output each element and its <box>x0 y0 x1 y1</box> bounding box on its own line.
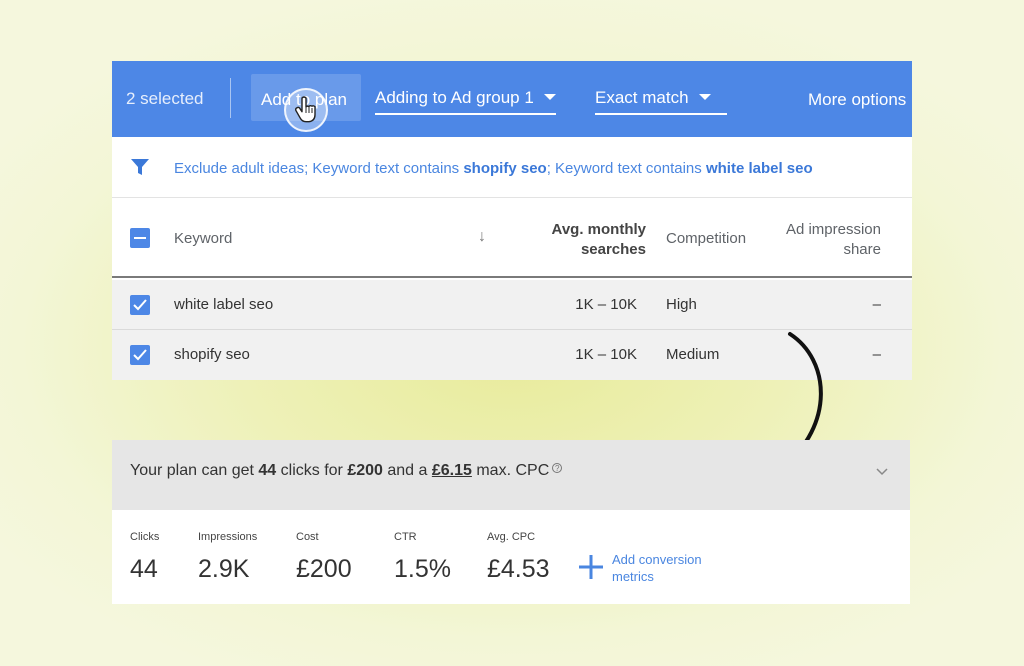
metric-value: 1.5% <box>394 555 451 583</box>
filter-term-1: shopify seo <box>463 160 547 177</box>
plan-text: max. CPC <box>471 462 550 479</box>
filter-text: Exclude adult ideas; Keyword text contai… <box>174 160 813 177</box>
sort-arrow-icon[interactable]: ↓ <box>478 228 486 246</box>
metric-value: £200 <box>296 555 352 583</box>
plan-text: Your plan can get <box>130 462 259 479</box>
chevron-down-icon <box>543 94 556 100</box>
table-row[interactable]: white label seo 1K – 10K High – <box>112 280 912 330</box>
filter-middle: ; Keyword text contains <box>546 160 706 177</box>
column-header-avg-monthly-searches[interactable]: Avg. monthly searches <box>552 220 646 260</box>
table-header: Keyword ↓ Avg. monthly searches Competit… <box>112 198 912 278</box>
filter-prefix: Exclude adult ideas; Keyword text contai… <box>174 160 464 177</box>
column-header-competition[interactable]: Competition <box>666 230 746 247</box>
competition-cell: High <box>666 296 697 313</box>
metric-cost: Cost £200 <box>296 531 352 584</box>
keyword-cell: shopify seo <box>174 346 250 363</box>
plan-summary-bar[interactable]: Your plan can get 44 clicks for £200 and… <box>112 440 910 510</box>
impression-share-cell: – <box>872 346 881 363</box>
header-line: searches <box>580 241 646 258</box>
match-type-dropdown[interactable]: Exact match <box>595 88 727 115</box>
competition-cell: Medium <box>666 346 720 363</box>
chevron-down-icon <box>698 94 711 100</box>
selected-count: 2 selected <box>126 89 204 108</box>
filter-summary[interactable]: Exclude adult ideas; Keyword text contai… <box>112 137 912 198</box>
metric-label: Clicks <box>130 531 160 543</box>
plus-icon <box>579 555 603 579</box>
plan-text: and a <box>382 462 432 479</box>
metric-label: Avg. CPC <box>487 531 536 543</box>
filter-term-2: white label seo <box>705 160 813 177</box>
column-header-keyword[interactable]: Keyword <box>174 230 232 247</box>
selection-toolbar: 2 selected Add to plan Adding to Ad grou… <box>112 61 912 137</box>
plan-forecast-panel: Your plan can get 44 clicks for £200 and… <box>112 440 910 604</box>
metric-label: Impressions <box>198 531 258 543</box>
searches-cell: 1K – 10K <box>575 346 637 363</box>
hand-cursor-icon <box>284 88 328 132</box>
column-header-ad-impression-share[interactable]: Ad impression share <box>786 220 881 260</box>
select-all-checkbox[interactable] <box>130 228 150 248</box>
chevron-down-icon[interactable] <box>876 468 888 476</box>
header-line: Ad impression <box>785 221 881 238</box>
add-conversion-line: Add conversion <box>612 552 702 567</box>
metric-ctr: CTR 1.5% <box>394 531 451 584</box>
keyword-cell: white label seo <box>174 296 274 313</box>
metric-impressions: Impressions 2.9K <box>198 531 257 584</box>
plan-cost: £200 <box>347 462 383 479</box>
help-icon[interactable]: ? <box>552 463 563 473</box>
more-options-button[interactable]: More options <box>808 90 906 110</box>
toolbar-divider <box>230 78 231 118</box>
metric-label: CTR <box>394 531 417 543</box>
dropdown-underline <box>375 113 556 115</box>
add-conversion-label: Add conversion metrics <box>612 551 722 585</box>
ad-group-dropdown[interactable]: Adding to Ad group 1 <box>375 88 556 115</box>
plan-clicks: 44 <box>258 462 277 479</box>
row-checkbox[interactable] <box>130 295 150 315</box>
plan-summary-text: Your plan can get 44 clicks for £200 and… <box>130 462 563 480</box>
add-conversion-line: metrics <box>612 569 654 584</box>
checkmark-icon <box>133 299 147 311</box>
checkmark-icon <box>133 349 147 361</box>
ad-group-dropdown-label: Adding to Ad group 1 <box>375 88 534 107</box>
match-type-label: Exact match <box>595 88 689 107</box>
header-line: share <box>843 241 881 258</box>
metric-avg-cpc: Avg. CPC £4.53 <box>487 531 550 584</box>
header-line: Avg. monthly <box>551 221 646 238</box>
filter-icon[interactable] <box>130 157 150 177</box>
metric-clicks: Clicks 44 <box>130 531 159 584</box>
dropdown-underline <box>595 113 727 115</box>
metric-value: £4.53 <box>487 555 550 583</box>
plan-text: clicks for <box>276 462 348 479</box>
metric-value: 44 <box>130 555 158 583</box>
impression-share-cell: – <box>872 296 881 313</box>
plan-max-cpc[interactable]: £6.15 <box>432 462 472 479</box>
metric-label: Cost <box>296 531 319 543</box>
metric-value: 2.9K <box>198 555 250 583</box>
searches-cell: 1K – 10K <box>575 296 637 313</box>
row-checkbox[interactable] <box>130 345 150 365</box>
